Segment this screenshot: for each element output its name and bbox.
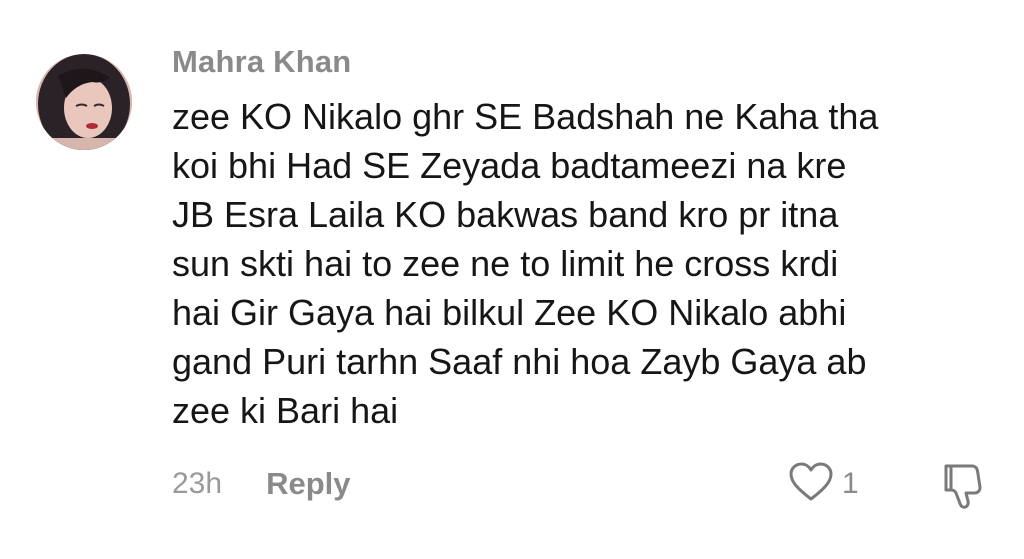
comment-item: Mahra Khan zee KO Nikalo ghr SE Badshah … — [0, 0, 1024, 559]
comment-meta-row: 23h Reply — [172, 462, 350, 506]
avatar[interactable] — [36, 54, 132, 150]
comment-text-line: hai Gir Gaya hai bilkul Zee KO Nikalo ab… — [172, 292, 847, 333]
reply-button[interactable]: Reply — [266, 466, 350, 502]
thumbs-down-icon[interactable] — [938, 464, 988, 514]
username[interactable]: Mahra Khan — [172, 44, 351, 80]
comment-text-line: gand Puri tarhn Saaf nhi hoa Zayb Gaya a… — [172, 341, 867, 382]
dislike-button[interactable] — [938, 460, 988, 510]
like-count: 1 — [842, 467, 859, 500]
comment-text-line: JB Esra Laila KO bakwas band kro pr itna — [172, 194, 839, 235]
heart-icon[interactable] — [788, 461, 834, 508]
timestamp: 23h — [172, 467, 223, 500]
comment-text-line: koi bhi Had SE Zeyada badtameezi na kre — [172, 145, 847, 186]
like-button[interactable]: 1 — [788, 462, 859, 506]
comment-text-line: sun skti hai to zee ne to limit he cross… — [172, 243, 839, 284]
comment-text-line: zee KO Nikalo ghr SE Badshah ne Kaha tha — [172, 96, 879, 137]
comment-text: zee KO Nikalo ghr SE Badshah ne Kaha tha… — [172, 92, 992, 435]
comment-text-line: zee ki Bari hai — [172, 390, 399, 431]
